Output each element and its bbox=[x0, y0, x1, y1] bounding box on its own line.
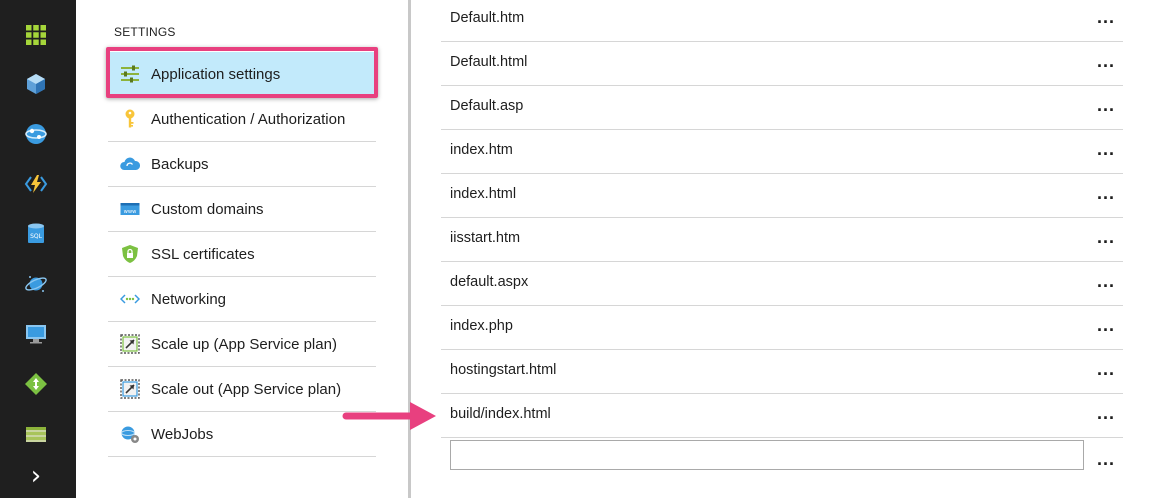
svg-text:SQL: SQL bbox=[30, 233, 43, 240]
document-name: Default.asp bbox=[450, 98, 524, 114]
document-name: default.aspx bbox=[450, 274, 529, 290]
app-services-globe-icon[interactable] bbox=[24, 122, 48, 146]
more-options-button[interactable]: ... bbox=[1093, 228, 1119, 246]
document-row: build/index.html ... bbox=[441, 394, 1123, 438]
shield-lock-icon bbox=[120, 244, 140, 264]
document-name: index.html bbox=[450, 186, 517, 202]
more-options-button[interactable]: ... bbox=[1093, 140, 1119, 158]
menu-item-label: Scale out (App Service plan) bbox=[151, 380, 342, 398]
menu-item-backups[interactable]: Backups bbox=[108, 142, 376, 187]
menu-item-label: Application settings bbox=[151, 65, 281, 83]
menu-item-ssl-certificates[interactable]: SSL certificates bbox=[108, 232, 376, 277]
more-options-button[interactable]: ... bbox=[1093, 316, 1119, 334]
cosmos-db-planet-icon[interactable] bbox=[24, 272, 48, 296]
key-icon bbox=[120, 109, 140, 129]
more-options-button[interactable]: ... bbox=[1093, 360, 1119, 378]
menu-item-label: Backups bbox=[151, 155, 209, 173]
settings-list: Application settings Authentication / Au… bbox=[108, 52, 376, 457]
load-balancer-diamond-icon[interactable] bbox=[24, 372, 48, 396]
more-options-button[interactable]: ... bbox=[1093, 96, 1119, 114]
document-row: Default.asp ... bbox=[441, 86, 1123, 130]
left-nav-rail: SQL › bbox=[0, 0, 76, 498]
more-options-button[interactable]: ... bbox=[1093, 52, 1119, 70]
menu-item-scale-up[interactable]: Scale up (App Service plan) bbox=[108, 322, 376, 367]
portal-window: SQL › SETTINGS Application settings Auth… bbox=[0, 0, 1154, 498]
default-documents-list: Default.htm ... Default.html ... Default… bbox=[441, 0, 1123, 482]
document-name: index.htm bbox=[450, 142, 513, 158]
new-document-input[interactable] bbox=[450, 440, 1084, 470]
document-row: iisstart.htm ... bbox=[441, 218, 1123, 262]
scale-up-icon bbox=[120, 334, 140, 354]
annotation-arrow-icon bbox=[342, 402, 436, 430]
menu-item-networking[interactable]: Networking bbox=[108, 277, 376, 322]
document-name: build/index.html bbox=[450, 406, 551, 422]
menu-item-webjobs[interactable]: WebJobs bbox=[108, 412, 376, 457]
menu-item-scale-out[interactable]: Scale out (App Service plan) bbox=[108, 367, 376, 412]
more-options-button[interactable]: ... bbox=[1093, 450, 1119, 468]
more-options-button[interactable]: ... bbox=[1093, 404, 1119, 422]
menu-item-label: Scale up (App Service plan) bbox=[151, 335, 337, 353]
virtual-machines-monitor-icon[interactable] bbox=[24, 322, 48, 346]
www-icon: www bbox=[120, 199, 140, 219]
more-options-button[interactable]: ... bbox=[1093, 272, 1119, 290]
menu-item-label: Networking bbox=[151, 290, 227, 308]
resource-groups-cube-icon[interactable] bbox=[24, 72, 48, 96]
menu-item-label: Authentication / Authorization bbox=[151, 110, 346, 128]
expand-chevron-icon[interactable]: › bbox=[24, 461, 48, 491]
networking-icon bbox=[120, 289, 140, 309]
document-row: index.html ... bbox=[441, 174, 1123, 218]
document-name: iisstart.htm bbox=[450, 230, 521, 246]
document-row: index.php ... bbox=[441, 306, 1123, 350]
function-apps-bolt-icon[interactable] bbox=[24, 172, 48, 196]
menu-item-application-settings[interactable]: Application settings bbox=[108, 52, 376, 97]
document-row: default.aspx ... bbox=[441, 262, 1123, 306]
menu-item-label: Custom domains bbox=[151, 200, 264, 218]
more-options-button[interactable]: ... bbox=[1093, 8, 1119, 26]
cloud-icon bbox=[120, 154, 140, 174]
document-name: index.php bbox=[450, 318, 513, 334]
document-name: Default.htm bbox=[450, 10, 525, 26]
document-name: hostingstart.html bbox=[450, 362, 557, 378]
webjobs-gears-icon bbox=[120, 424, 140, 444]
document-row: hostingstart.html ... bbox=[441, 350, 1123, 394]
menu-item-authentication[interactable]: Authentication / Authorization bbox=[108, 97, 376, 142]
new-document-row: ... bbox=[441, 438, 1123, 482]
svg-text:www: www bbox=[124, 209, 137, 215]
document-row: Default.htm ... bbox=[441, 0, 1123, 42]
document-name: Default.html bbox=[450, 54, 528, 70]
menu-item-label: SSL certificates bbox=[151, 245, 255, 263]
menu-item-custom-domains[interactable]: www Custom domains bbox=[108, 187, 376, 232]
settings-heading: SETTINGS bbox=[114, 25, 176, 39]
all-resources-grid-icon[interactable] bbox=[24, 23, 48, 47]
sql-database-icon[interactable]: SQL bbox=[24, 222, 48, 246]
menu-item-label: WebJobs bbox=[151, 425, 214, 443]
storage-accounts-icon[interactable] bbox=[24, 422, 48, 446]
scale-out-icon bbox=[120, 379, 140, 399]
document-row: Default.html ... bbox=[441, 42, 1123, 86]
document-row: index.htm ... bbox=[441, 130, 1123, 174]
more-options-button[interactable]: ... bbox=[1093, 184, 1119, 202]
sliders-icon bbox=[120, 64, 140, 84]
